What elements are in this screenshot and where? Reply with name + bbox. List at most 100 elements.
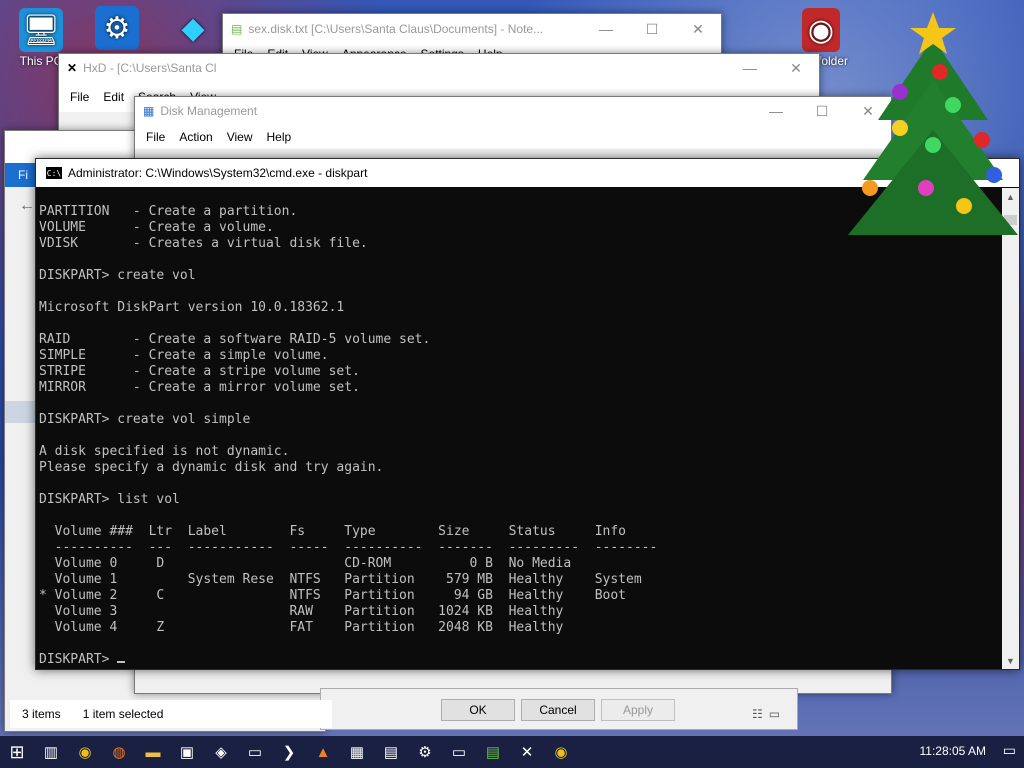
chrome-icon[interactable]: ◉ bbox=[68, 736, 102, 768]
console-line: RAID - Create a software RAID-5 volume s… bbox=[39, 332, 431, 347]
close-button[interactable]: ✕ bbox=[773, 54, 819, 82]
console-line: Volume 1 System Rese NTFS Partition 579 … bbox=[39, 572, 642, 587]
ornament-icon bbox=[862, 180, 878, 196]
app-icon[interactable]: ◈ bbox=[204, 736, 238, 768]
ornament-icon bbox=[932, 64, 948, 80]
console-prompt: DISKPART> bbox=[39, 652, 118, 667]
text-cursor bbox=[117, 661, 126, 663]
console-line: * Volume 2 C NTFS Partition 94 GB Health… bbox=[39, 588, 626, 603]
console-line: Volume ### Ltr Label Fs Type Size Status… bbox=[39, 524, 626, 539]
back-arrow-icon[interactable]: ← bbox=[19, 197, 35, 215]
minimize-button[interactable]: — bbox=[727, 54, 773, 82]
app-icon[interactable]: ⚙ bbox=[408, 736, 442, 768]
file-tab-label: Fi bbox=[18, 168, 28, 182]
desktop-icon-gem[interactable]: ◆ bbox=[158, 6, 228, 52]
menu-file[interactable]: File bbox=[139, 130, 172, 144]
start-button[interactable]: ⊞ bbox=[0, 736, 34, 768]
console-line: Please specify a dynamic disk and try ag… bbox=[39, 460, 384, 475]
desktop-icon-label: folder bbox=[817, 54, 849, 68]
explorer-icon[interactable]: ▬ bbox=[136, 736, 170, 768]
notification-icon[interactable]: ▭ bbox=[1003, 742, 1016, 759]
app-icon[interactable]: ◉ bbox=[544, 736, 578, 768]
gear-icon: ⚙ bbox=[95, 6, 139, 50]
taskbar: ⊞ ▥ ◉ ◍ ▬ ▣ ◈ ▭ ❯ ▲ ▦ ▤ ⚙ ▭ ▤ ✕ ◉ 11:28:… bbox=[0, 736, 1024, 768]
menu-view[interactable]: View bbox=[220, 130, 260, 144]
ornament-icon bbox=[925, 137, 941, 153]
console-line: STRIPE - Create a stripe volume set. bbox=[39, 364, 360, 379]
status-selected-count: 1 item selected bbox=[82, 707, 164, 721]
console-line: Volume 3 RAW Partition 1024 KB Healthy bbox=[39, 604, 564, 619]
ornament-icon bbox=[956, 198, 972, 214]
details-view-icon[interactable]: ☷ bbox=[752, 707, 763, 721]
minimize-button[interactable]: — bbox=[753, 97, 799, 125]
console-line: DISKPART> create vol bbox=[39, 268, 196, 283]
menu-file[interactable]: File bbox=[63, 90, 96, 104]
scroll-down-arrow-icon[interactable]: ▼ bbox=[1002, 652, 1019, 669]
ornament-icon bbox=[892, 84, 908, 100]
maximize-button[interactable]: ☐ bbox=[629, 14, 675, 44]
menu-action[interactable]: Action bbox=[172, 130, 219, 144]
cancel-button[interactable]: Cancel bbox=[521, 699, 595, 721]
disk-management-icon[interactable]: ▦ bbox=[340, 736, 374, 768]
powershell-icon[interactable]: ❯ bbox=[272, 736, 306, 768]
console-line: MIRROR - Create a mirror volume set. bbox=[39, 380, 360, 395]
menu-edit[interactable]: Edit bbox=[96, 90, 131, 104]
hxd-icon: ✕ bbox=[67, 61, 78, 75]
hxd-titlebar[interactable]: ✕ HxD - [C:\Users\Santa Cl — ✕ bbox=[59, 54, 819, 82]
notepad-title: sex.disk.txt [C:\Users\Santa Claus\Docum… bbox=[248, 22, 544, 36]
status-item-count: 3 items bbox=[22, 707, 61, 721]
notepad-titlebar[interactable]: ▤ sex.disk.txt [C:\Users\Santa Claus\Doc… bbox=[223, 14, 721, 44]
task-view-icon[interactable]: ▥ bbox=[34, 736, 68, 768]
apply-button[interactable]: Apply bbox=[601, 699, 675, 721]
notepad-icon: ▤ bbox=[231, 22, 243, 36]
notepad-icon[interactable]: ▤ bbox=[476, 736, 510, 768]
large-icons-view-icon[interactable]: ▭ bbox=[769, 707, 780, 721]
app-icon[interactable]: ▤ bbox=[374, 736, 408, 768]
console-line: SIMPLE - Create a simple volume. bbox=[39, 348, 329, 363]
hxd-icon[interactable]: ✕ bbox=[510, 736, 544, 768]
console-line: DISKPART> create vol simple bbox=[39, 412, 251, 427]
desktop-icon-label: This PC bbox=[19, 54, 63, 68]
maximize-button[interactable]: ☐ bbox=[799, 97, 845, 125]
disk-management-titlebar[interactable]: ▦ Disk Management — ☐ ✕ bbox=[135, 97, 891, 125]
computer-icon: 🖥 bbox=[19, 8, 63, 52]
ok-button[interactable]: OK bbox=[441, 699, 515, 721]
vlc-icon[interactable]: ▲ bbox=[306, 736, 340, 768]
gem-icon: ◆ bbox=[181, 11, 205, 45]
app-icon[interactable]: ▭ bbox=[238, 736, 272, 768]
menu-help[interactable]: Help bbox=[260, 130, 299, 144]
christmas-tree-decoration bbox=[848, 12, 1018, 235]
app-icon: ◉ bbox=[802, 8, 840, 52]
desktop-icon-settings[interactable]: ⚙ bbox=[82, 6, 152, 52]
ornament-icon bbox=[918, 180, 934, 196]
console-line: Volume 0 D CD-ROM 0 B No Media bbox=[39, 556, 572, 571]
console-line: ---------- --- ----------- ----- -------… bbox=[39, 540, 658, 555]
firefox-icon[interactable]: ◍ bbox=[102, 736, 136, 768]
cmd-title: Administrator: C:\Windows\System32\cmd.e… bbox=[68, 166, 368, 180]
console-output[interactable]: PARTITION - Create a partition. VOLUME - … bbox=[39, 204, 999, 668]
console-line: A disk specified is not dynamic. bbox=[39, 444, 290, 459]
cmd-icon: C:\ bbox=[46, 167, 62, 179]
disk-management-menubar: File Action View Help bbox=[135, 125, 891, 149]
hxd-title: HxD - [C:\Users\Santa Cl bbox=[83, 61, 217, 75]
console-line: Volume 4 Z FAT Partition 2048 KB Healthy bbox=[39, 620, 564, 635]
console-scrollbar[interactable]: ▲ ▼ bbox=[1002, 188, 1019, 669]
cmd-icon[interactable]: ▭ bbox=[442, 736, 476, 768]
close-button[interactable]: ✕ bbox=[675, 14, 721, 44]
sevenzip-icon[interactable]: ▣ bbox=[170, 736, 204, 768]
disk-management-title: Disk Management bbox=[160, 104, 258, 118]
ornament-icon bbox=[974, 132, 990, 148]
dialog-button-strip: OK Cancel Apply bbox=[320, 688, 798, 730]
view-toggle: ☷ ▭ bbox=[744, 704, 788, 724]
ornament-icon bbox=[892, 120, 908, 136]
ornament-icon bbox=[986, 167, 1002, 183]
minimize-button[interactable]: — bbox=[583, 14, 629, 44]
taskbar-clock[interactable]: 11:28:05 AM bbox=[920, 744, 987, 758]
